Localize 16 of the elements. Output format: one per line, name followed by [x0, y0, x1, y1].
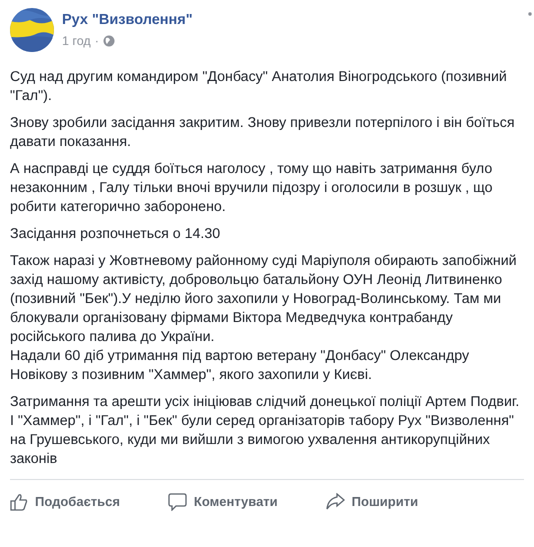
like-button[interactable]: Подобається: [10, 488, 120, 516]
post-paragraph: Знову зробили засідання закритим. Знову привезли потерпілого і він боїться давати показання.: [10, 114, 516, 152]
comment-button[interactable]: Коментувати: [168, 488, 278, 516]
author-name[interactable]: Рух "Визволення": [62, 10, 193, 32]
share-button[interactable]: Поширити: [326, 488, 418, 516]
post-paragraph: Суд над другим командиром "Донбасу" Анатолия Віногродського (позивний "Гал").: [10, 68, 508, 106]
post-paragraph: Затримання та арешти усіх ініціював слідчий донецької поліції Артем Подвиг. І "Хаммер", і "Гал", і "Бек" були серед організаторів табору Рух "Визволення" на Грушевського, куди ми вийшли з вимогою ухвалення антикорупційних законів: [10, 393, 520, 469]
post-paragraph: Також наразі у Жовтневому районному суді Маріуполя обирають запобіжний захід нашому активісту, добровольцю батальйону ОУН Леонід Литвиненко (позивний "Бек").У неділю його захопили у Новоград-Волинському. Там ми блокували організовану фірмами Віктора Медведчука контрабанду російського палива до України. Надали 60 діб утримання під вартою ветерану "Донбасу" Олександру Новікову з позивним "Хаммер", якого захопили у Києві.: [10, 252, 518, 385]
post-time[interactable]: 1 год: [62, 32, 91, 50]
post-paragraph: А насправді це суддя боїться наголосу , тому що навіть затримання було незаконним , Галу тільки вночі вручили підозру і оголосили в розшук , що робити категорично заборонено.: [10, 160, 494, 217]
share-arrow-icon: [326, 493, 345, 510]
post-paragraph: Засідання розпочнеться о 14.30: [10, 225, 222, 244]
speech-bubble-icon: [168, 492, 187, 511]
thumbs-up-icon: [10, 492, 28, 511]
globe-icon: [102, 34, 115, 47]
separator: ·: [94, 32, 99, 50]
